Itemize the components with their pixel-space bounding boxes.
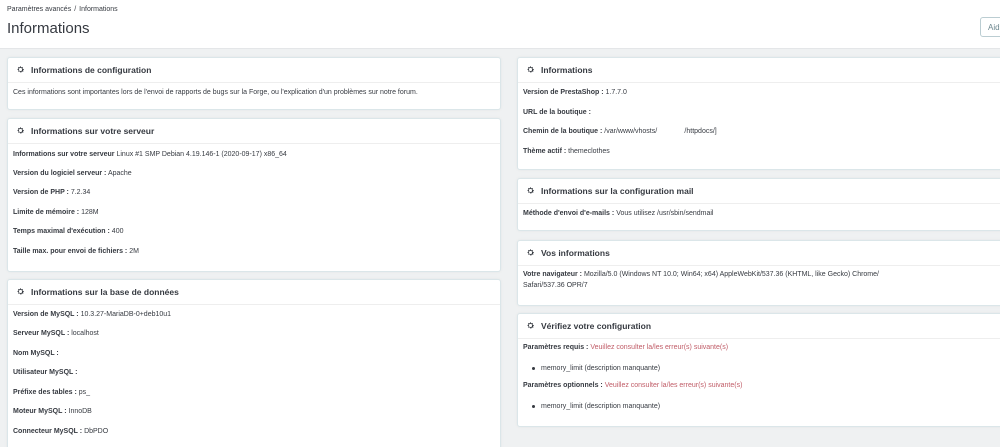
check-config-panel: Vérifiez votre configuration Paramètres … [517,313,1000,427]
row-label: Taille max. pour envoi de fichiers : [13,248,128,255]
mail-method-row: Méthode d'envoi d'e-mails : Vous utilise… [523,210,713,217]
shop-info-panel: Informations Version de PrestaShop : 1.7… [517,57,1000,170]
row-value: themeclothes [568,148,610,155]
row-label: Moteur MySQL : [13,408,67,415]
row-label: Votre navigateur : [523,271,582,278]
panel-heading: Informations sur la base de données [8,280,500,305]
gear-icon [527,66,535,73]
max-execution-row: Temps maximal d'exécution : 400 [13,228,123,235]
panel-heading: Informations sur la configuration mail [518,179,1000,204]
row-label: Version de PrestaShop : [523,89,604,96]
row-label: Version de MySQL : [13,311,79,318]
required-error-item: memory_limit (description manquante) [531,365,661,372]
memory-limit-row: Limite de mémoire : 128M [13,209,99,216]
browser-row: Votre navigateur : Mozilla/5.0 (Windows … [523,271,879,278]
panel-title: Informations sur la base de données [31,287,179,297]
row-value: 400 [111,228,124,235]
server-info-row: Informations sur votre serveur Linux #1 … [13,151,287,158]
row-label: Méthode d'envoi d'e-mails : [523,210,615,217]
mysql-engine-row: Moteur MySQL : InnoDB [13,408,92,415]
gear-icon [17,66,25,73]
panel-heading: Informations de configuration [8,58,500,83]
server-info-panel: Informations sur votre serveur Informati… [7,118,501,272]
panel-title: Informations sur la configuration mail [541,186,694,196]
row-value: InnoDB [68,408,92,415]
breadcrumb: Paramètres avancés / Informations [7,6,118,13]
browser-row-continued: Safari/537.36 OPR/7 [523,282,588,289]
row-label: Nom MySQL : [13,350,59,357]
row-label: Utilisateur MySQL : [13,369,78,376]
breadcrumb-separator: / [74,6,77,13]
shop-path-row: Chemin de la boutique : /var/www/vhosts/… [523,128,717,135]
row-label: Temps maximal d'exécution : [13,228,110,235]
database-info-panel: Informations sur la base de données Vers… [7,279,501,447]
your-info-panel: Vos informations Votre navigateur : Mozi… [517,240,1000,306]
optional-params-row: Paramètres optionnels : Veuillez consult… [523,382,742,389]
panel-title: Informations [541,65,593,75]
row-value: Vous utilisez /usr/sbin/sendmail [616,210,714,217]
panel-heading: Vérifiez votre configuration [518,314,1000,339]
row-value: localhost [71,330,99,337]
gear-icon [17,127,25,134]
panel-heading: Vos informations [518,241,1000,266]
config-info-text: Ces informations sont importantes lors d… [13,89,418,96]
required-errors-link[interactable]: Veuillez consulter la/les erreur(s) suiv… [590,344,728,351]
breadcrumb-current: Informations [79,6,118,13]
gear-icon [527,187,535,194]
row-label: Préfixe des tables : [13,389,77,396]
row-label: Paramètres optionnels : [523,382,603,389]
row-value: 128M [81,209,99,216]
mysql-server-row: Serveur MySQL : localhost [13,330,99,337]
help-button[interactable]: Aide [980,17,1000,37]
gear-icon [17,288,25,295]
gear-icon [527,249,535,256]
row-label: Version de PHP : [13,189,69,196]
row-value: Linux #1 SMP Debian 4.19.146-1 (2020-09-… [116,151,287,158]
panel-title: Informations de configuration [31,65,152,75]
optional-errors-link[interactable]: Veuillez consulter la/les erreur(s) suiv… [605,382,743,389]
table-prefix-row: Préfixe des tables : ps_ [13,389,90,396]
row-label: Limite de mémoire : [13,209,80,216]
row-label: URL de la boutique : [523,109,591,116]
row-value: 7.2.34 [70,189,91,196]
row-value: DbPDO [84,428,109,435]
panel-heading: Informations [518,58,1000,83]
breadcrumb-parent[interactable]: Paramètres avancés [7,6,71,13]
row-value: 1.7.7.0 [605,89,627,96]
active-theme-row: Thème actif : themeclothes [523,148,610,155]
mysql-user-row: Utilisateur MySQL : [13,369,77,376]
row-value: 2M [129,248,139,255]
row-label: Connecteur MySQL : [13,428,83,435]
upload-size-row: Taille max. pour envoi de fichiers : 2M [13,248,139,255]
page-title: Informations [7,20,90,37]
row-label: Version du logiciel serveur : [13,170,107,177]
panel-title: Informations sur votre serveur [31,126,155,136]
required-params-row: Paramètres requis : Veuillez consulter l… [523,344,728,351]
panel-title: Vérifiez votre configuration [541,321,652,331]
row-label: Paramètres requis : [523,344,589,351]
row-value: 10.3.27-MariaDB-0+deb10u1 [80,311,172,318]
panel-title: Vos informations [541,248,610,258]
panel-heading: Informations sur votre serveur [8,119,500,144]
optional-error-item: memory_limit (description manquante) [531,403,661,410]
prestashop-version-row: Version de PrestaShop : 1.7.7.0 [523,89,627,96]
row-label: Informations sur votre serveur [13,151,115,158]
shop-url-row: URL de la boutique : [523,109,591,116]
row-label: Thème actif : [523,148,567,155]
php-version-row: Version de PHP : 7.2.34 [13,189,90,196]
row-value: Apache [107,170,132,177]
row-value: ps_ [78,389,91,396]
mysql-version-row: Version de MySQL : 10.3.27-MariaDB-0+deb… [13,311,171,318]
mysql-connector-row: Connecteur MySQL : DbPDO [13,428,108,435]
row-value: Mozilla/5.0 (Windows NT 10.0; Win64; x64… [583,271,879,278]
row-value: /var/www/vhosts/ /httpdocs/] [604,128,717,135]
row-label: Chemin de la boutique : [523,128,603,135]
gear-icon [527,322,535,329]
row-label: Serveur MySQL : [13,330,70,337]
mysql-name-row: Nom MySQL : [13,350,59,357]
page-header: Paramètres avancés / Informations Informat… [0,0,1000,49]
mail-config-panel: Informations sur la configuration mail M… [517,178,1000,231]
config-info-panel: Informations de configuration Ces inform… [7,57,501,110]
server-software-row: Version du logiciel serveur : Apache [13,170,132,177]
